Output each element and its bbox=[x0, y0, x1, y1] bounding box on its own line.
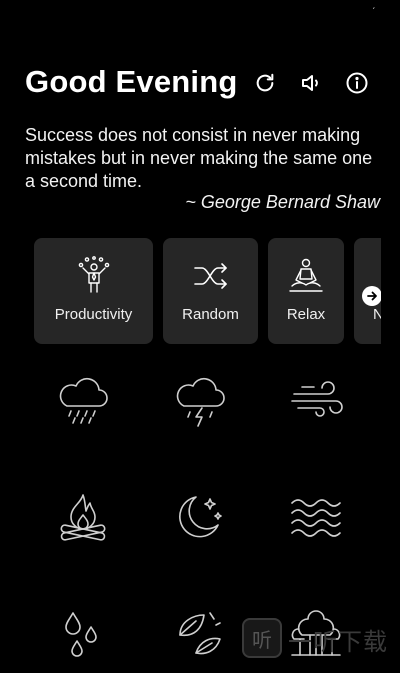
sound-thunderstorm[interactable] bbox=[160, 360, 240, 440]
category-card-random[interactable]: Random bbox=[163, 238, 258, 344]
category-card-productivity[interactable]: Productivity bbox=[34, 238, 153, 344]
waves-icon bbox=[291, 499, 341, 537]
header: Good Evening bbox=[25, 62, 382, 102]
watermark-text: 一听下载 bbox=[288, 628, 388, 656]
category-card-next[interactable]: N bbox=[354, 238, 381, 344]
wind-icon bbox=[291, 381, 343, 417]
juggler-icon bbox=[34, 256, 153, 296]
campfire-icon bbox=[60, 494, 106, 541]
quote-author: ~ George Bernard Shaw bbox=[185, 192, 380, 212]
sound-leaves[interactable] bbox=[160, 593, 240, 673]
watermark-logo: 听 bbox=[242, 618, 282, 658]
shuffle-icon bbox=[163, 256, 258, 296]
category-label-random: Random bbox=[182, 306, 239, 323]
arrow-right-icon[interactable] bbox=[362, 286, 381, 306]
meditation-icon bbox=[268, 256, 344, 296]
refresh-icon[interactable] bbox=[252, 70, 278, 96]
category-carousel[interactable]: Productivity Random Relax N bbox=[34, 238, 381, 344]
watermark-logo-glyph: 听 bbox=[252, 627, 272, 652]
greeting-title: Good Evening bbox=[25, 64, 238, 99]
moon-stars-icon bbox=[179, 496, 222, 538]
status-signal-mark: ˊ bbox=[372, 7, 376, 18]
sound-drops[interactable] bbox=[43, 593, 123, 673]
rain-cloud-icon bbox=[59, 377, 108, 424]
quote-text: Success does not consist in never making… bbox=[25, 125, 373, 191]
sound-night[interactable] bbox=[160, 477, 240, 557]
category-label-productivity: Productivity bbox=[54, 306, 133, 323]
sound-campfire[interactable] bbox=[43, 477, 123, 557]
volume-icon[interactable] bbox=[298, 70, 324, 96]
leaves-icon bbox=[179, 612, 221, 655]
water-drops-icon bbox=[65, 612, 97, 657]
info-icon[interactable] bbox=[344, 70, 370, 96]
category-label-next: N bbox=[373, 306, 381, 323]
sound-wind[interactable] bbox=[276, 360, 356, 440]
sound-rain[interactable] bbox=[43, 360, 123, 440]
category-label-relax: Relax bbox=[286, 306, 326, 323]
category-card-relax[interactable]: Relax bbox=[268, 238, 344, 344]
sound-waves[interactable] bbox=[276, 477, 356, 557]
storm-cloud-icon bbox=[176, 377, 225, 427]
